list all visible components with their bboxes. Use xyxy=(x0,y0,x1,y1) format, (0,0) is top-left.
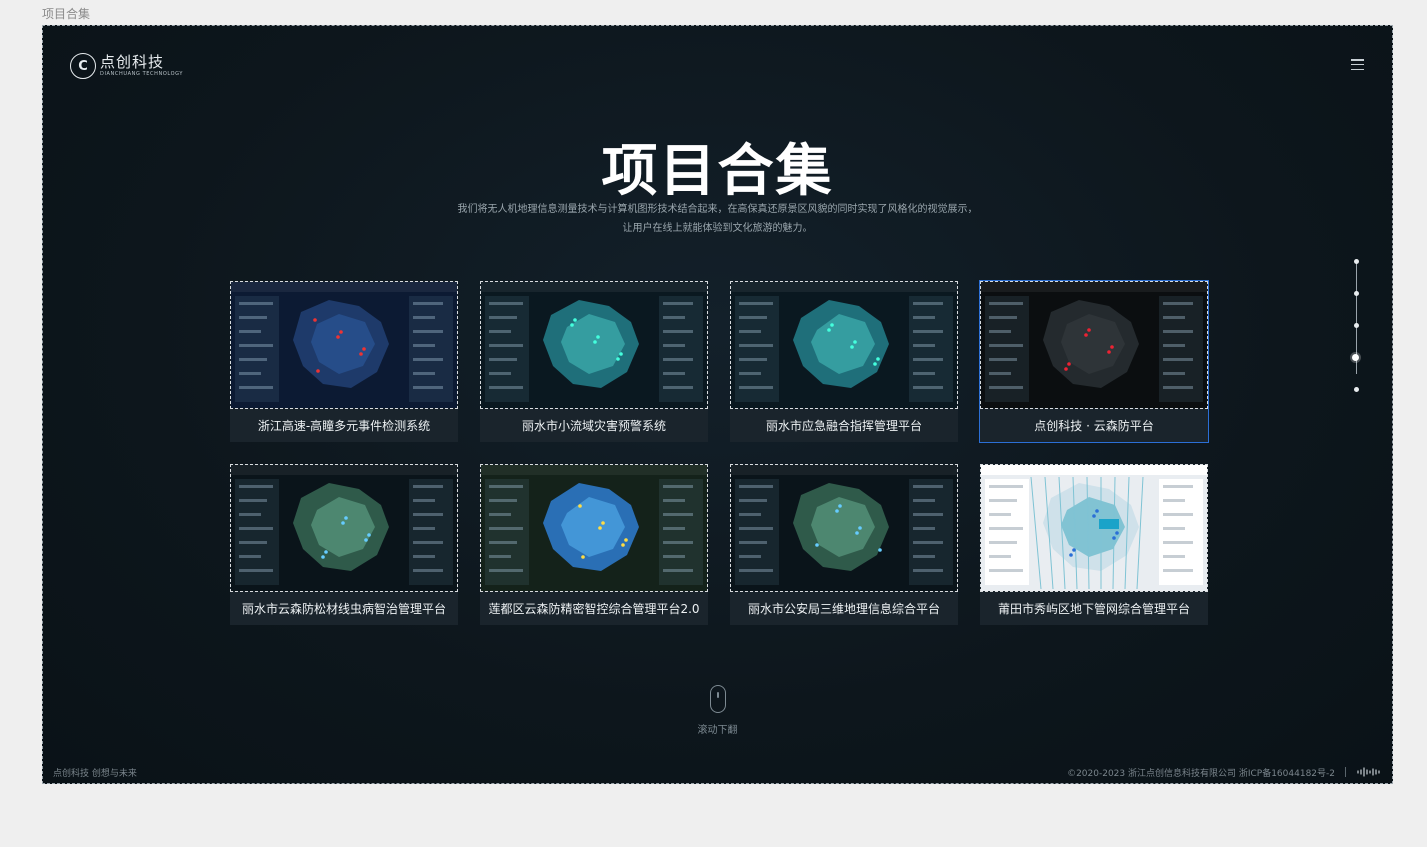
page-frame: C 点创科技 DIANCHUANG TECHNOLOGY 项目合集 我们将无人机… xyxy=(42,25,1393,784)
project-card[interactable]: 丽水市公安局三维地理信息综合平台 xyxy=(730,464,958,625)
footer: 点创科技 创想与未来 ©2020-2023 浙江点创信息科技有限公司 浙ICP备… xyxy=(43,761,1392,783)
project-title: 莆田市秀屿区地下管网综合管理平台 xyxy=(997,602,1190,616)
footer-divider xyxy=(1345,767,1346,777)
logo-text: 点创科技 xyxy=(100,53,165,71)
project-thumbnail xyxy=(730,281,958,409)
project-card[interactable]: 丽水市云森防松材线虫病智治管理平台 xyxy=(230,464,458,625)
project-title: 丽水市小流域灾害预警系统 xyxy=(521,419,666,433)
mouse-scroll-icon xyxy=(709,685,726,713)
pager-dot[interactable] xyxy=(1354,259,1359,264)
pager-dot[interactable] xyxy=(1352,354,1359,361)
scroll-hint-text: 滚动下翻 xyxy=(697,725,738,736)
project-thumbnail xyxy=(480,281,708,409)
project-title: 丽水市公安局三维地理信息综合平台 xyxy=(747,602,940,616)
pager-dot[interactable] xyxy=(1354,323,1359,328)
section-pager xyxy=(1352,259,1361,393)
description-line-1: 我们将无人机地理信息测量技术与计算机图形技术结合起来，在高保真还原景区风貌的同时… xyxy=(457,204,978,215)
pager-dot[interactable] xyxy=(1354,291,1359,296)
project-title: 丽水市应急融合指挥管理平台 xyxy=(765,419,922,433)
project-card[interactable]: 浙江高速-高瞳多元事件检测系统 xyxy=(230,281,458,442)
artboard-label: 项目合集 xyxy=(42,7,91,21)
page-description: 我们将无人机地理信息测量技术与计算机图形技术结合起来，在高保真还原景区风貌的同时… xyxy=(43,200,1392,238)
project-title: 浙江高速-高瞳多元事件检测系统 xyxy=(257,419,431,433)
project-title: 点创科技 · 云森防平台 xyxy=(1034,419,1154,433)
project-card[interactable]: 莲都区云森防精密智控综合管理平台2.0 xyxy=(480,464,708,625)
project-thumbnail xyxy=(980,464,1208,592)
project-thumbnail xyxy=(980,281,1208,409)
project-thumbnail xyxy=(230,281,458,409)
project-title: 莲都区云森防精密智控综合管理平台2.0 xyxy=(488,602,700,616)
project-card[interactable]: 点创科技 · 云森防平台 xyxy=(979,280,1209,443)
logo[interactable]: C 点创科技 DIANCHUANG TECHNOLOGY xyxy=(70,53,183,79)
description-line-2: 让用户在线上就能体验到文化旅游的魅力。 xyxy=(622,223,813,234)
logo-mark-icon: C xyxy=(70,53,96,79)
project-thumbnail xyxy=(480,464,708,592)
logo-subtext: DIANCHUANG TECHNOLOGY xyxy=(100,71,183,77)
project-thumbnail xyxy=(730,464,958,592)
footer-slogan: 点创科技 创想与未来 xyxy=(53,768,137,779)
hamburger-menu-icon[interactable] xyxy=(1351,59,1364,70)
project-card[interactable]: 莆田市秀屿区地下管网综合管理平台 xyxy=(980,464,1208,625)
project-card[interactable]: 丽水市应急融合指挥管理平台 xyxy=(730,281,958,442)
project-card[interactable]: 丽水市小流域灾害预警系统 xyxy=(480,281,708,442)
project-thumbnail xyxy=(230,464,458,592)
pager-dot[interactable] xyxy=(1354,387,1359,392)
footer-copyright: ©2020-2023 浙江点创信息科技有限公司 浙ICP备16044182号-2 xyxy=(1067,768,1335,779)
project-grid: 浙江高速-高瞳多元事件检测系统 丽水市小流域灾害预警系统 丽水市应急融合指挥管理平台… xyxy=(230,280,1209,625)
page-title: 项目合集 xyxy=(601,139,834,204)
scroll-hint[interactable]: 滚动下翻 xyxy=(43,685,1392,736)
project-title: 丽水市云森防松材线虫病智治管理平台 xyxy=(241,602,446,616)
sound-wave-icon[interactable] xyxy=(1356,767,1382,777)
